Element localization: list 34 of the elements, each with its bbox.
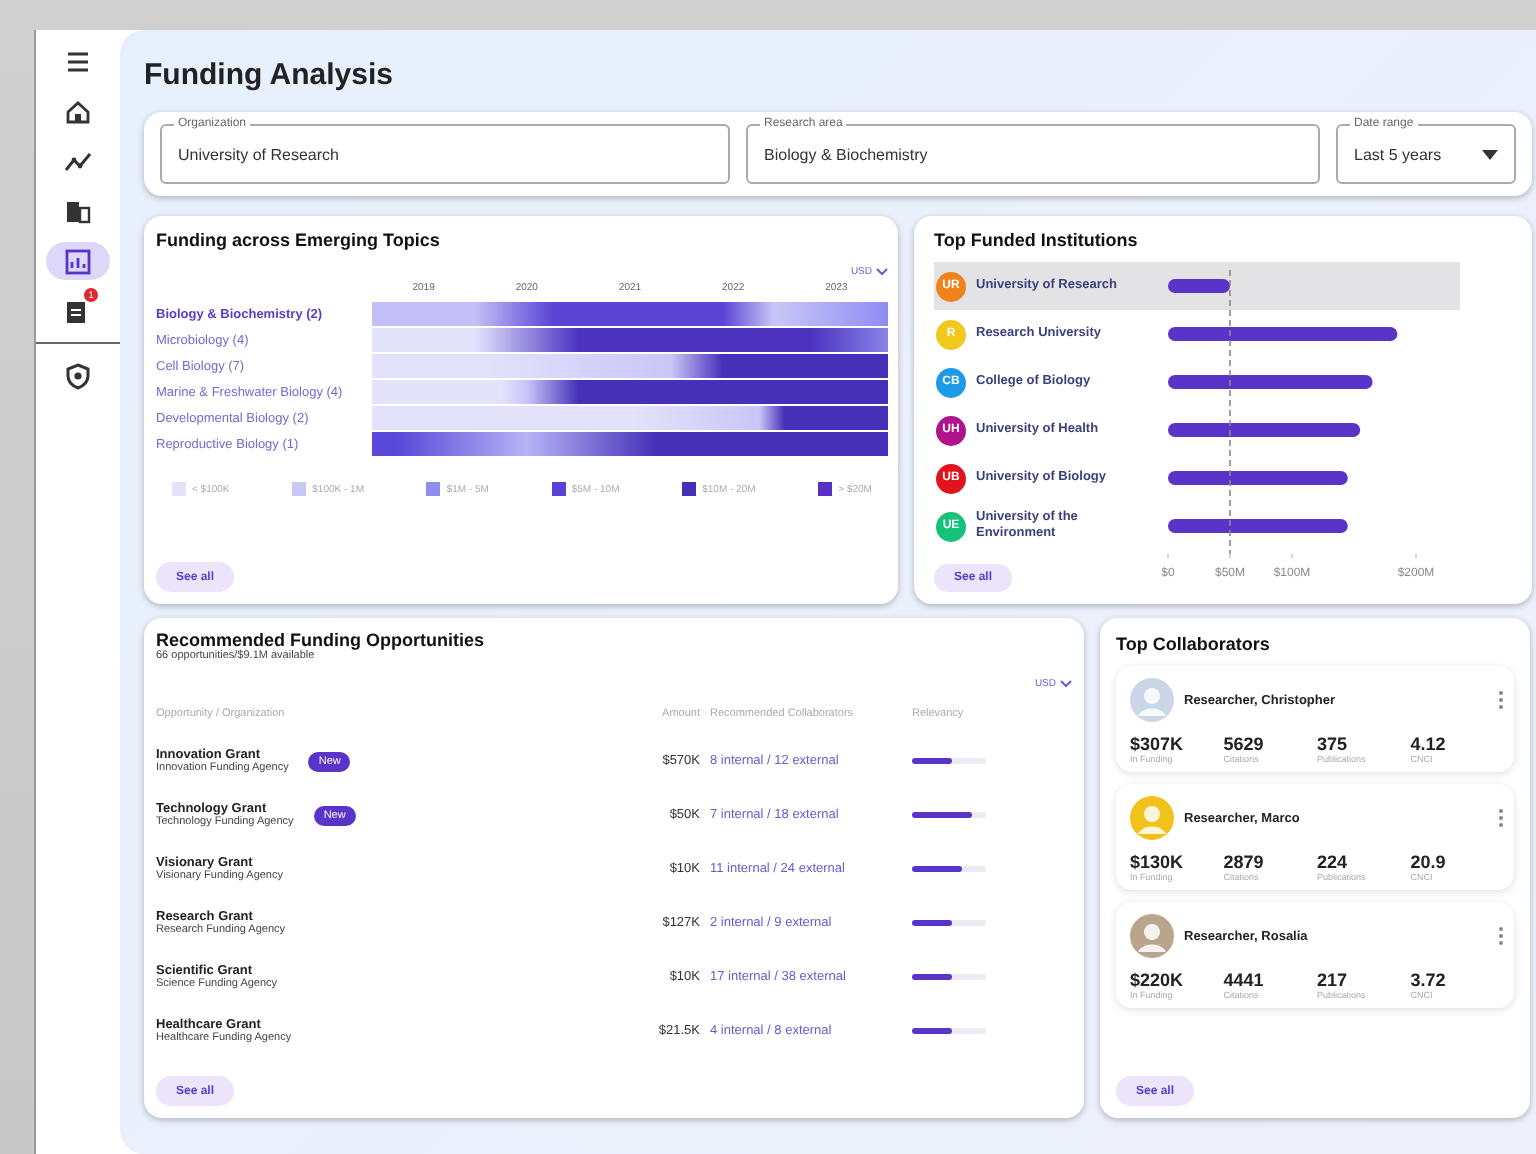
stat-value: 5629	[1223, 734, 1266, 754]
card-title: Top Funded Institutions	[934, 230, 1140, 250]
avatar-icon	[1130, 914, 1174, 958]
more-options-icon[interactable]	[1498, 808, 1504, 828]
more-options-icon[interactable]	[1498, 690, 1504, 710]
stat-value: $130K	[1130, 852, 1186, 872]
stat-value: $220K	[1130, 970, 1186, 990]
stat-value: 4.12	[1410, 734, 1448, 754]
trend-line-icon	[64, 147, 92, 175]
chart-report-icon	[64, 247, 92, 275]
stat-value: 20.9	[1410, 852, 1448, 872]
stat-value: 375	[1317, 734, 1350, 754]
card-title: Top Collaborators	[1116, 634, 1272, 654]
home-icon	[64, 97, 92, 125]
card-title: Recommended Funding Opportunities	[156, 630, 486, 650]
shield-icon	[64, 361, 92, 389]
page-title: Funding Analysis	[144, 58, 395, 92]
card-title: Funding across Emerging Topics	[156, 230, 442, 250]
stat-value: 3.72	[1410, 970, 1448, 990]
caret-icon	[1482, 149, 1498, 159]
avatar-icon	[1130, 796, 1174, 840]
stat-value: 2879	[1223, 852, 1266, 872]
funding-bar	[1168, 279, 1230, 293]
caret-icon	[876, 268, 888, 276]
caret-icon	[1060, 680, 1072, 688]
stat-value: 217	[1317, 970, 1350, 990]
stat-value: 4441	[1223, 970, 1266, 990]
sidebar-item[interactable]	[46, 242, 110, 280]
more-options-icon[interactable]	[1498, 926, 1504, 946]
menu-icon	[64, 47, 92, 75]
stat-value: 224	[1317, 852, 1350, 872]
building-icon	[64, 197, 92, 225]
stat-value: $307K	[1130, 734, 1186, 754]
avatar-icon	[1130, 678, 1174, 722]
